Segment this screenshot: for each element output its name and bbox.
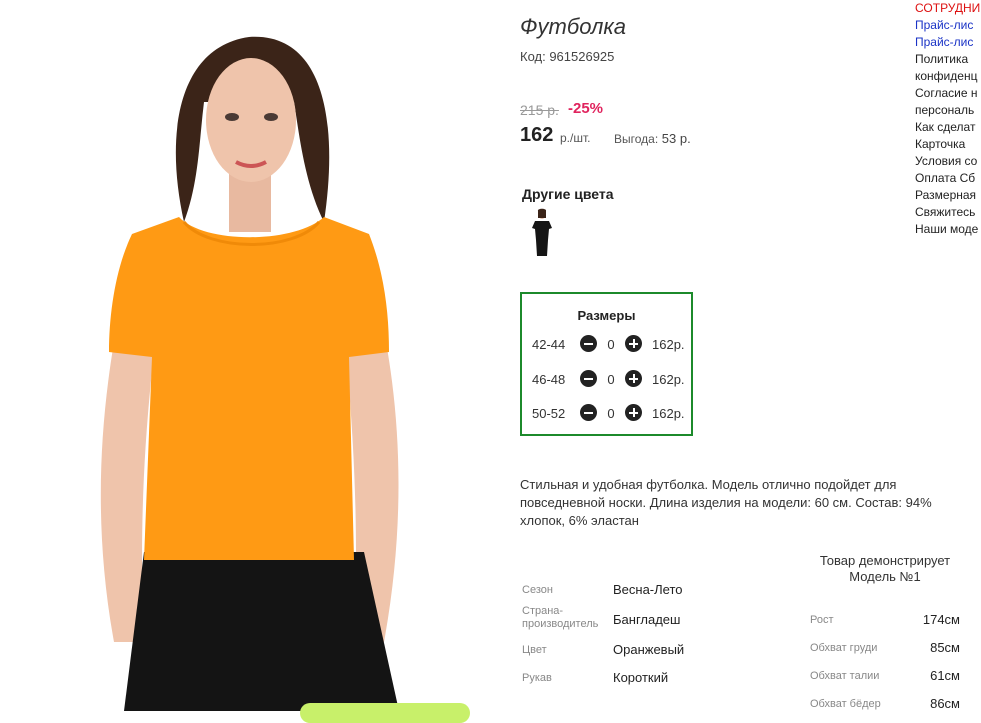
side-link[interactable]: Как сделат (915, 119, 981, 136)
size-row: 46-48 0 162р. (532, 370, 692, 390)
size-label: 42-44 (532, 337, 566, 352)
spec-label: Цвет (522, 644, 547, 656)
side-link[interactable]: Прайс-лис (915, 17, 981, 34)
sizes-panel: Размеры 42-44 0 162р. 46-48 0 162р. 50-5… (520, 292, 693, 436)
quantity-value: 0 (607, 406, 615, 421)
measurement-value: 174см (922, 612, 960, 627)
spec-value: Бангладеш (613, 612, 681, 627)
price-unit: р./шт. (560, 131, 591, 145)
savings: Выгода: 53 р. (614, 131, 691, 146)
decrease-quantity-button[interactable] (580, 370, 597, 387)
measurement-value: 86см (930, 696, 960, 711)
side-link[interactable]: Условия со (915, 153, 981, 170)
quantity-value: 0 (607, 372, 615, 387)
spec-label: Страна-производитель (522, 605, 599, 630)
color-variant-black[interactable] (528, 208, 556, 258)
quantity-value: 0 (607, 337, 615, 352)
floating-action-tab[interactable] (300, 703, 470, 723)
side-link[interactable]: персональ (915, 102, 981, 119)
decrease-quantity-button[interactable] (580, 404, 597, 421)
model-title: Товар демонстрирует Модель №1 (819, 553, 951, 584)
product-photo[interactable] (4, 12, 496, 711)
side-link[interactable]: Прайс-лис (915, 34, 981, 51)
side-links: СОТРУДНИ Прайс-лис Прайс-лис Политика ко… (915, 0, 981, 238)
savings-value: 53 р. (661, 131, 691, 146)
size-row: 42-44 0 162р. (532, 335, 692, 355)
side-link[interactable]: СОТРУДНИ (915, 0, 981, 17)
black-shirt-thumb-icon (532, 208, 552, 256)
spec-value: Оранжевый (613, 642, 685, 657)
decrease-quantity-button[interactable] (580, 335, 597, 352)
size-price: 162р. (652, 372, 685, 387)
measurement-label: Обхват бёдер (810, 698, 881, 710)
side-link[interactable]: Карточка (915, 136, 981, 153)
size-label: 46-48 (532, 372, 566, 387)
side-link[interactable]: Свяжитесь (915, 204, 981, 221)
savings-label: Выгода: (614, 132, 659, 146)
product-title: Футболка (520, 14, 626, 39)
product-description: Стильная и удобная футболка. Модель отли… (520, 477, 932, 528)
side-link[interactable]: конфиденц (915, 68, 981, 85)
old-price: 215 р. (520, 102, 559, 118)
spec-value: Весна-Лето (613, 582, 683, 597)
measurement-label: Обхват груди (810, 642, 878, 654)
measurement-value: 61см (930, 668, 960, 683)
size-row: 50-52 0 162р. (532, 404, 692, 424)
increase-quantity-button[interactable] (625, 370, 642, 387)
increase-quantity-button[interactable] (625, 335, 642, 352)
spec-label: Рукав (522, 672, 552, 684)
size-label: 50-52 (532, 406, 566, 421)
other-colors-title: Другие цвета (522, 186, 614, 202)
discount-badge: -25% (568, 100, 604, 117)
side-link[interactable]: Согласие н (915, 85, 981, 102)
measurement-value: 85см (930, 640, 960, 655)
measurement-label: Рост (810, 614, 834, 626)
side-link[interactable]: Оплата Сб (915, 170, 981, 187)
spec-value: Короткий (613, 670, 669, 685)
size-price: 162р. (652, 406, 685, 421)
sizes-title: Размеры (577, 308, 636, 323)
increase-quantity-button[interactable] (625, 404, 642, 421)
model-illustration (100, 36, 399, 711)
size-price: 162р. (652, 337, 685, 352)
side-link[interactable]: Наши моде (915, 221, 981, 238)
measurement-label: Обхват талии (810, 670, 880, 682)
current-price: 162 (520, 124, 554, 146)
side-link[interactable]: Политика (915, 51, 981, 68)
spec-label: Сезон (522, 584, 553, 596)
side-link[interactable]: Размерная (915, 187, 981, 204)
product-sku: Код: 961526925 (520, 49, 615, 64)
